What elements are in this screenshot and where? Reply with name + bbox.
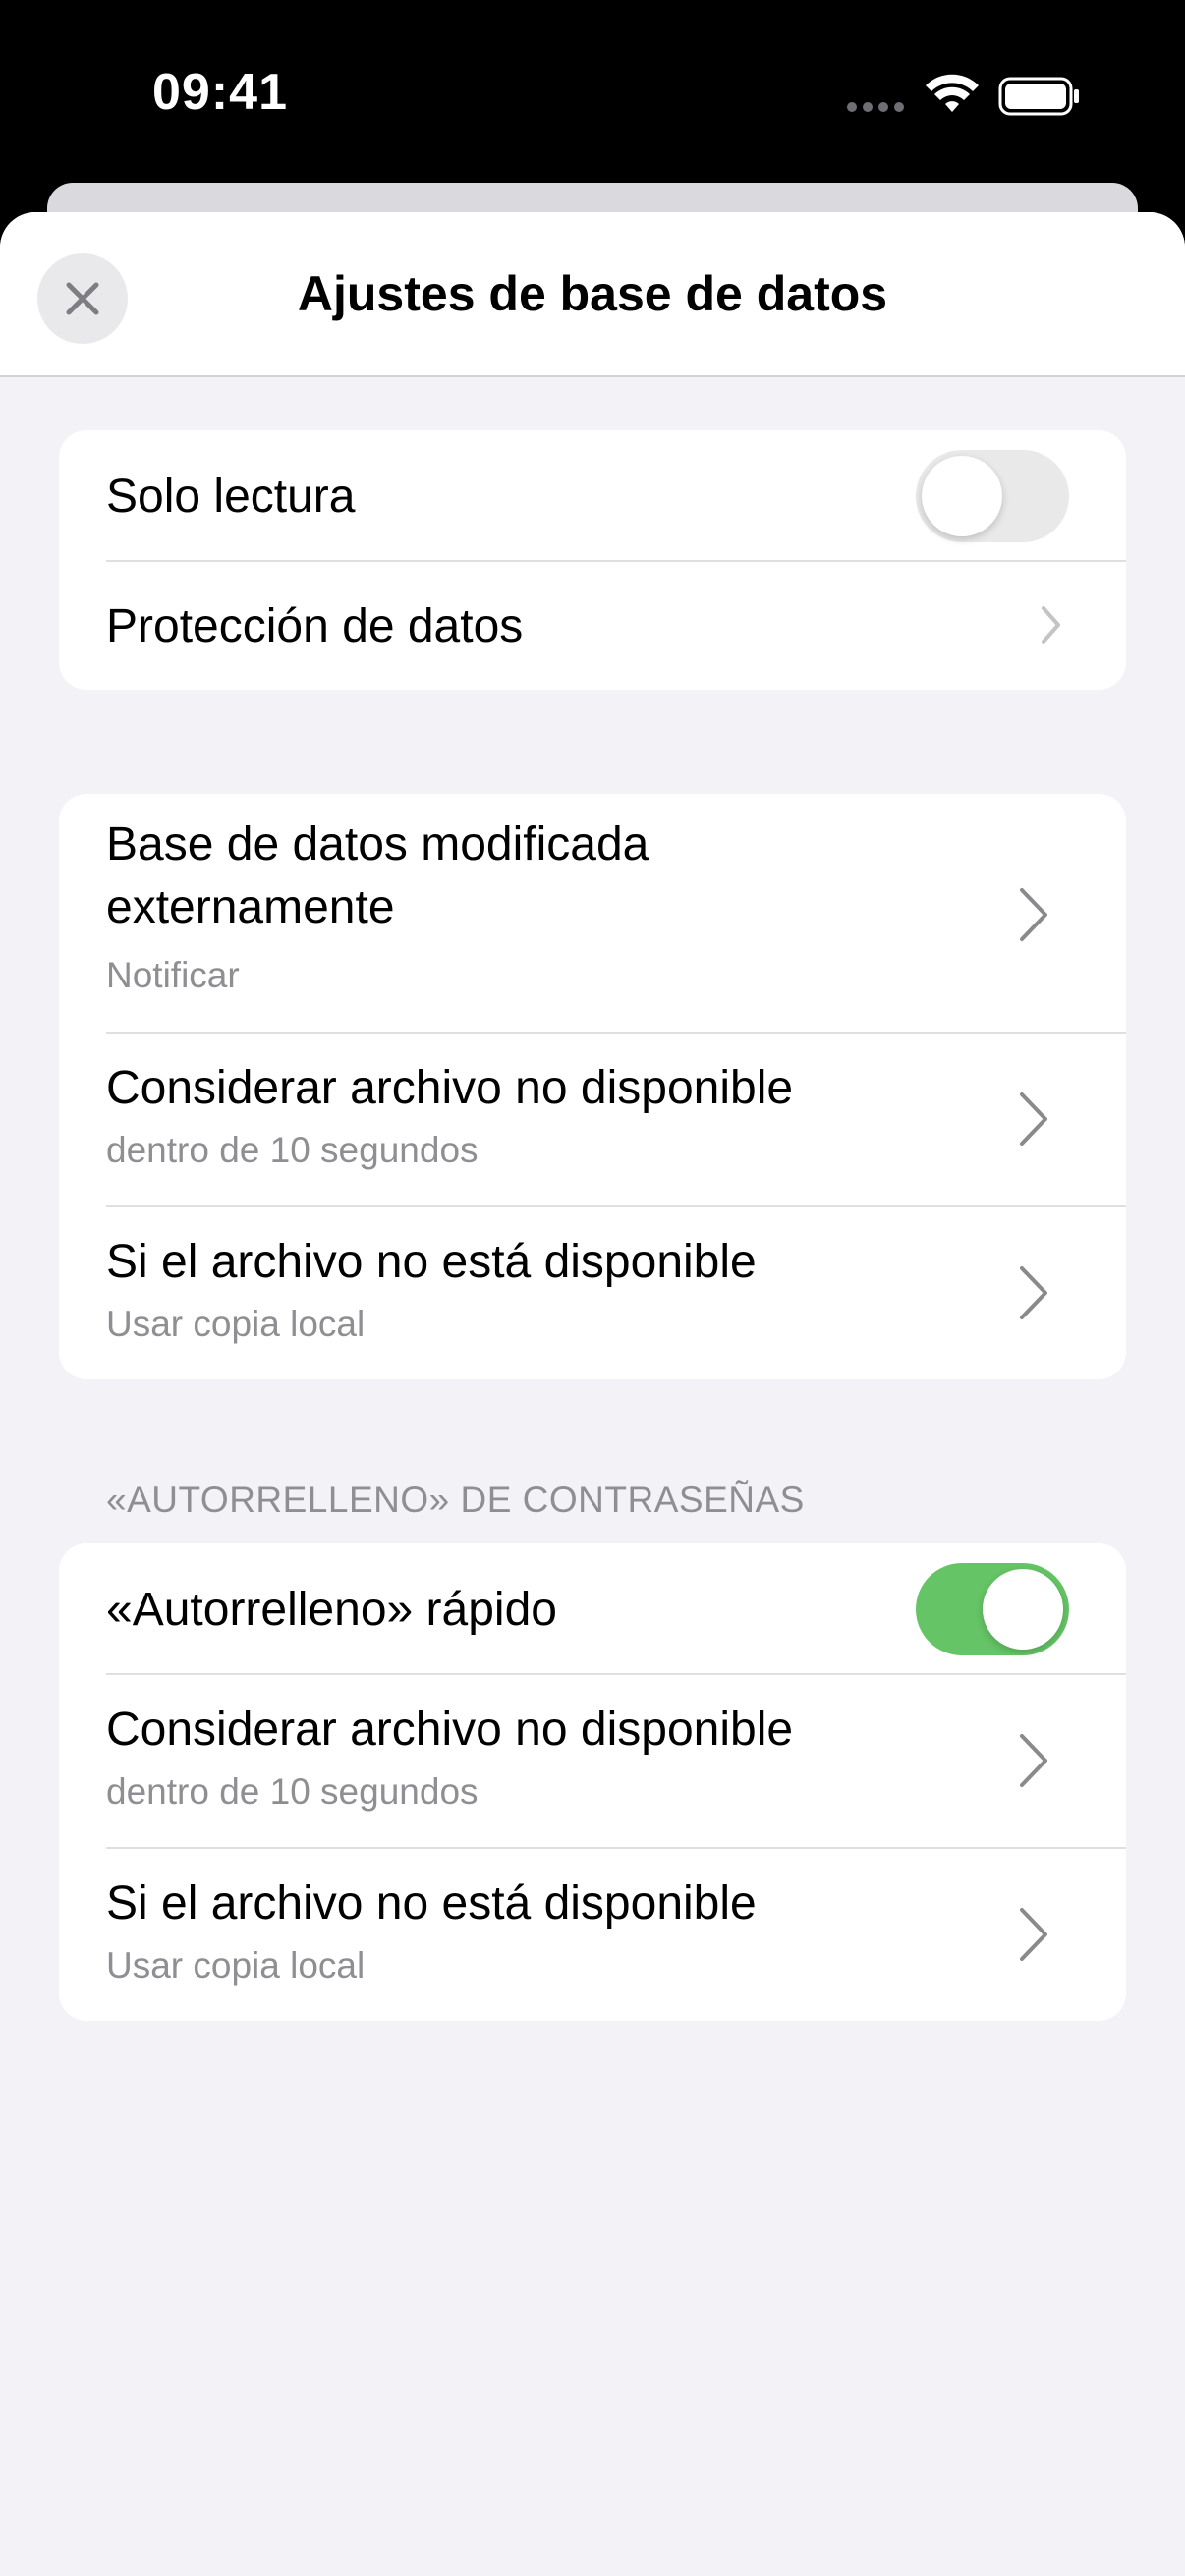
chevron-right-icon <box>1042 606 1060 644</box>
autofill-unavailable-timeout-label: Considerar archivo no disponible <box>106 1704 794 1756</box>
toggle-knob <box>983 1569 1063 1650</box>
chevron-right-icon <box>1020 1092 1047 1146</box>
battery-icon <box>998 77 1079 116</box>
page-title: Ajustes de base de datos <box>297 266 888 321</box>
autofill-unavailable-timeout-row[interactable]: Considerar archivo no disponible dentro … <box>59 1673 1126 1847</box>
quick-autofill-label: «Autorrelleno» rápido <box>106 1584 557 1636</box>
unavailable-action-row[interactable]: Si el archivo no está disponible Usar co… <box>59 1205 1126 1379</box>
unavailable-timeout-value: dentro de 10 segundos <box>106 1130 479 1170</box>
chevron-right-icon <box>1020 1266 1047 1319</box>
data-protection-label: Protección de datos <box>106 600 524 652</box>
data-protection-row[interactable]: Protección de datos <box>59 560 1126 690</box>
chevron-right-icon <box>1020 888 1047 941</box>
autofill-unavailable-action-row[interactable]: Si el archivo no está disponible Usar co… <box>59 1847 1126 2021</box>
autofill-unavailable-action-label: Si el archivo no está disponible <box>106 1877 757 1930</box>
external-change-label-line1: Base de datos modificada <box>106 818 649 870</box>
toggle-knob <box>922 456 1002 536</box>
read-only-toggle[interactable] <box>916 450 1069 542</box>
unavailable-action-value: Usar copia local <box>106 1304 366 1344</box>
cellular-dots-icon <box>847 102 904 112</box>
wifi-icon <box>926 74 979 112</box>
quick-autofill-row: «Autorrelleno» rápido <box>59 1543 1126 1673</box>
status-bar: 09:41 <box>0 0 1185 187</box>
nav-bar: Ajustes de base de datos <box>0 212 1185 377</box>
external-change-label-line2: externamente <box>106 881 395 933</box>
autofill-unavailable-action-value: Usar copia local <box>106 1945 366 1986</box>
unavailable-timeout-row[interactable]: Considerar archivo no disponible dentro … <box>59 1032 1126 1205</box>
autofill-section-header: «AUTORRELLENO» DE CONTRASEÑAS <box>106 1480 805 1520</box>
quick-autofill-toggle[interactable] <box>916 1563 1069 1655</box>
sync-settings-group: Base de datos modificada externamente No… <box>59 794 1126 1379</box>
read-only-label: Solo lectura <box>106 471 356 523</box>
read-only-row: Solo lectura <box>59 430 1126 560</box>
unavailable-timeout-label: Considerar archivo no disponible <box>106 1062 794 1114</box>
status-time: 09:41 <box>152 64 288 121</box>
general-settings-group: Solo lectura Protección de datos <box>59 430 1126 690</box>
external-change-value: Notificar <box>106 955 240 995</box>
autofill-settings-group: «Autorrelleno» rápido Considerar archivo… <box>59 1543 1126 2021</box>
chevron-right-icon <box>1020 1908 1047 1961</box>
external-change-row[interactable]: Base de datos modificada externamente No… <box>59 794 1126 1032</box>
autofill-unavailable-timeout-value: dentro de 10 segundos <box>106 1771 479 1812</box>
chevron-right-icon <box>1020 1734 1047 1787</box>
settings-sheet: Ajustes de base de datos Solo lectura Pr… <box>0 212 1185 2576</box>
unavailable-action-label: Si el archivo no está disponible <box>106 1236 757 1288</box>
